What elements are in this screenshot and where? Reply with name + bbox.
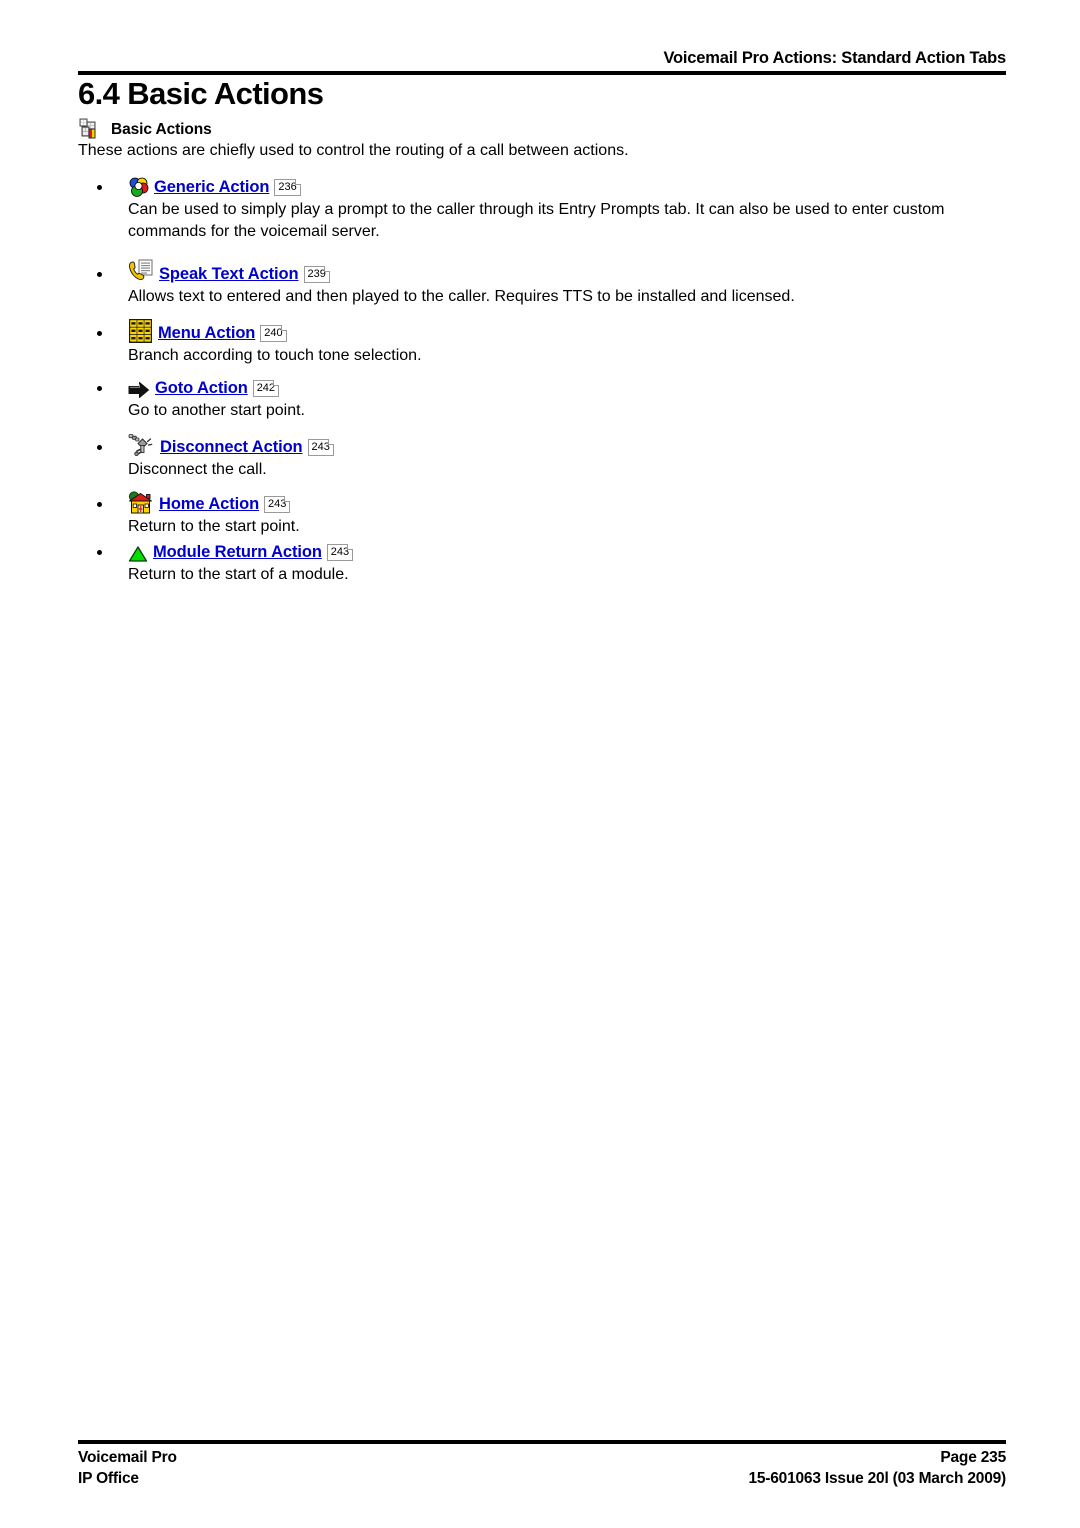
footer-platform-name: IP Office	[78, 1470, 139, 1487]
topic-label: Basic Actions	[111, 121, 212, 138]
page-header: Voicemail Pro Actions: Standard Action T…	[78, 48, 1006, 75]
bullet-marker	[97, 272, 102, 277]
link-speak-text-action[interactable]: Speak Text Action	[159, 265, 299, 285]
goto-action-icon	[128, 381, 150, 399]
list-item-head: Speak Text Action 239	[78, 259, 1008, 285]
list-item: Home Action 243 Return to the start poin…	[78, 491, 1008, 538]
footer-page-number: Page 235	[940, 1449, 1006, 1466]
list-item: Menu Action 240 Branch according to touc…	[78, 318, 1008, 367]
section-heading: 6.4 Basic Actions	[78, 76, 324, 111]
list-item: Disconnect Action 243 Disconnect the cal…	[78, 432, 1008, 481]
basic-actions-icon	[78, 116, 102, 140]
list-item-head: Generic Action 236	[78, 176, 1008, 198]
list-item: Module Return Action 243 Return to the s…	[78, 541, 1008, 586]
footer-row-1: Voicemail Pro Page 235	[78, 1447, 1006, 1468]
page-reference-badge[interactable]: 243	[307, 439, 334, 456]
link-disconnect-action[interactable]: Disconnect Action	[160, 438, 303, 458]
link-menu-action[interactable]: Menu Action	[158, 324, 255, 344]
list-item-description: Go to another start point.	[128, 402, 305, 419]
list-item-description: Return to the start point.	[128, 518, 300, 535]
intro-paragraph: These actions are chiefly used to contro…	[78, 142, 629, 159]
list-item: Generic Action 236 Can be used to simply…	[78, 176, 1008, 243]
page-reference-badge[interactable]: 243	[264, 496, 291, 513]
link-generic-action[interactable]: Generic Action	[154, 178, 269, 198]
topic-heading: Basic Actions	[78, 114, 212, 140]
list-item-head: Menu Action 240	[78, 318, 1008, 344]
list-item-head: Disconnect Action 243	[78, 432, 1008, 458]
bullet-marker	[97, 386, 102, 391]
bullet-marker	[97, 550, 102, 555]
footer-row-2: IP Office 15-601063 Issue 20l (03 March …	[78, 1468, 1006, 1489]
page-reference-badge[interactable]: 239	[303, 266, 330, 283]
footer-document-id: 15-601063 Issue 20l (03 March 2009)	[748, 1470, 1006, 1487]
list-item: Speak Text Action 239 Allows text to ent…	[78, 259, 1008, 308]
link-home-action[interactable]: Home Action	[159, 495, 259, 515]
disconnect-action-icon	[128, 432, 155, 458]
page-reference-badge[interactable]: 243	[326, 544, 354, 561]
list-item-head: Home Action 243	[78, 491, 1008, 515]
list-item-description: Disconnect the call.	[128, 461, 267, 478]
menu-action-icon	[128, 318, 153, 344]
module-return-action-icon	[128, 545, 148, 563]
home-action-icon	[128, 491, 154, 515]
page-footer: Voicemail Pro Page 235 IP Office 15-6010…	[78, 1440, 1006, 1489]
generic-action-icon	[128, 177, 149, 198]
list-item-description: Branch according to touch tone selection…	[128, 347, 422, 364]
footer-product-name: Voicemail Pro	[78, 1449, 177, 1466]
link-module-return-action[interactable]: Module Return Action	[153, 543, 322, 563]
link-goto-action[interactable]: Goto Action	[155, 379, 248, 399]
header-title: Voicemail Pro Actions: Standard Action T…	[663, 49, 1006, 67]
list-item-description: Allows text to entered and then played t…	[128, 288, 795, 305]
list-item-description: Can be used to simply play a prompt to t…	[128, 201, 945, 240]
bullet-marker	[97, 502, 102, 507]
list-item: Goto Action 242 Go to another start poin…	[78, 377, 1008, 422]
bullet-marker	[97, 331, 102, 336]
speak-text-action-icon	[128, 259, 154, 285]
basic-actions-list: Generic Action 236 Can be used to simply…	[78, 176, 1008, 592]
document-page: Voicemail Pro Actions: Standard Action T…	[0, 0, 1080, 1528]
list-item-head: Module Return Action 243	[78, 541, 1008, 563]
page-reference-badge[interactable]: 242	[252, 380, 280, 397]
footer-divider	[78, 1440, 1006, 1444]
list-item-head: Goto Action 242	[78, 377, 1008, 399]
list-item-description: Return to the start of a module.	[128, 566, 349, 583]
bullet-marker	[97, 185, 102, 190]
page-reference-badge[interactable]: 236	[274, 179, 301, 196]
page-reference-badge[interactable]: 240	[260, 325, 287, 342]
bullet-marker	[97, 445, 102, 450]
